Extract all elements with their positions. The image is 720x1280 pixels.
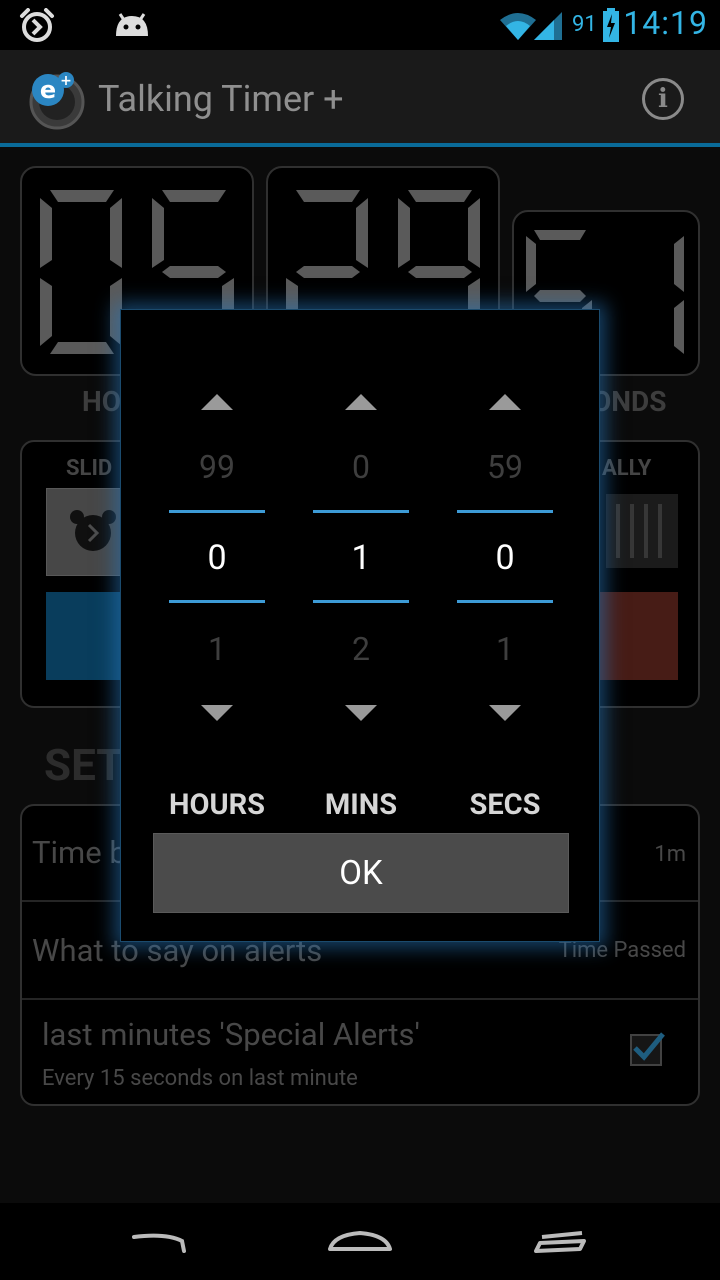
hours-increment-icon[interactable] xyxy=(201,394,233,410)
svg-text:+: + xyxy=(60,73,72,89)
hours-next-value: 1 xyxy=(208,630,226,668)
secs-decrement-icon[interactable] xyxy=(489,705,521,721)
navigation-bar xyxy=(0,1203,720,1280)
mins-current-value[interactable]: 1 xyxy=(313,538,409,578)
secs-next-value: 1 xyxy=(496,630,514,668)
hours-picker[interactable]: 99 0 1 xyxy=(169,310,265,780)
mins-divider-top xyxy=(313,510,409,513)
app-title: Talking Timer + xyxy=(98,78,344,120)
secs-increment-icon[interactable] xyxy=(489,394,521,410)
mins-picker[interactable]: 0 1 2 xyxy=(313,310,409,780)
app-logo-icon: e + xyxy=(29,72,85,130)
wifi-icon xyxy=(500,13,536,40)
secs-picker[interactable]: 59 0 1 xyxy=(457,310,553,780)
mins-decrement-icon[interactable] xyxy=(345,705,377,721)
secs-divider-top xyxy=(457,510,553,513)
hours-current-value[interactable]: 0 xyxy=(169,538,265,578)
time-picker-dialog: 99 0 1 0 1 2 59 0 1 HOURS MINS SECS OK xyxy=(120,309,600,942)
mins-label: MINS xyxy=(324,788,398,822)
home-icon[interactable] xyxy=(326,1229,394,1255)
status-time: 14:19 xyxy=(623,4,708,42)
action-bar: e + Talking Timer + i xyxy=(0,50,720,143)
ok-button[interactable]: OK xyxy=(153,833,569,913)
hours-divider-bottom xyxy=(169,600,265,603)
mins-next-value: 2 xyxy=(352,630,370,668)
battery-percent: 91 xyxy=(572,12,597,37)
secs-label: SECS xyxy=(469,788,541,822)
battery-charging-icon xyxy=(603,8,619,42)
secs-prev-value: 59 xyxy=(487,448,523,486)
signal-icon xyxy=(534,12,562,40)
hours-divider-top xyxy=(169,510,265,513)
status-bar: 91 14:19 xyxy=(0,0,720,50)
hours-decrement-icon[interactable] xyxy=(201,705,233,721)
back-icon[interactable] xyxy=(130,1231,190,1253)
secs-divider-bottom xyxy=(457,600,553,603)
mins-increment-icon[interactable] xyxy=(345,394,377,410)
recents-icon[interactable] xyxy=(532,1229,588,1255)
android-icon xyxy=(116,13,148,36)
mins-divider-bottom xyxy=(313,600,409,603)
secs-current-value[interactable]: 0 xyxy=(457,538,553,578)
alarm-icon xyxy=(20,8,54,42)
svg-text:e: e xyxy=(40,76,56,104)
info-icon[interactable]: i xyxy=(642,78,684,120)
hours-prev-value: 99 xyxy=(199,448,235,486)
mins-prev-value: 0 xyxy=(352,448,370,486)
hours-label: HOURS xyxy=(168,788,266,822)
